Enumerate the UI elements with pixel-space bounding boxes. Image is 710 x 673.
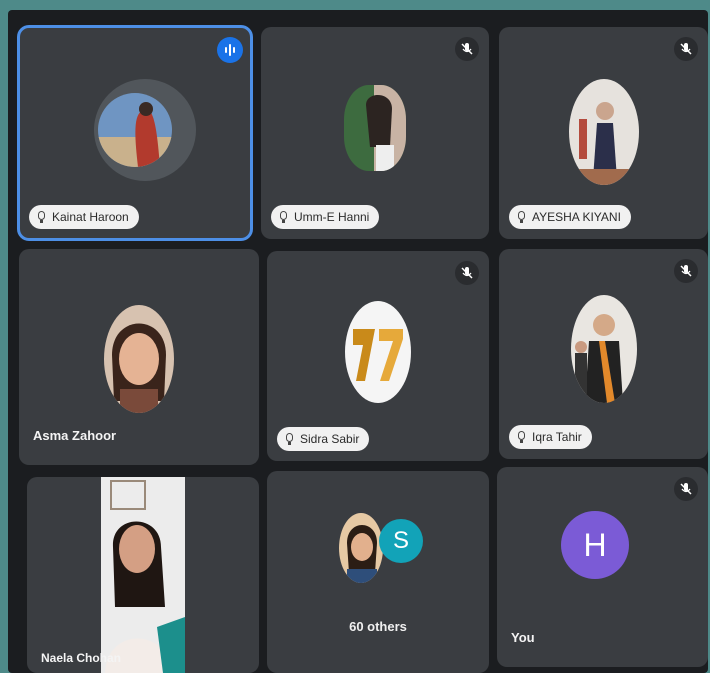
participant-tile[interactable]: Asma Zahoor: [19, 249, 259, 465]
audio-wave-icon: [225, 44, 235, 56]
name-tag: Umm-E Hanni: [271, 205, 380, 229]
mic-icon: [37, 211, 46, 223]
others-count: 60 others: [349, 619, 407, 634]
mute-indicator: [674, 477, 698, 501]
participant-name: Naela Chohan: [41, 651, 122, 665]
speaking-indicator: [217, 37, 243, 63]
name-tag: AYESHA KIYANI: [509, 205, 631, 229]
name-tag: Kainat Haroon: [29, 205, 139, 229]
mic-off-icon: [461, 43, 473, 55]
participant-tile[interactable]: Iqra Tahir: [499, 249, 708, 459]
self-tile[interactable]: H You: [497, 467, 708, 667]
mic-icon: [517, 431, 526, 443]
participant-tile[interactable]: Umm-E Hanni: [261, 27, 489, 239]
mic-off-icon: [680, 483, 692, 495]
participant-tile[interactable]: Kainat Haroon: [17, 25, 253, 241]
avatar: H: [561, 511, 629, 579]
participant-name: AYESHA KIYANI: [532, 210, 621, 224]
participant-name: Umm-E Hanni: [294, 210, 370, 224]
video-feed: [101, 477, 185, 673]
avatar: [339, 513, 383, 583]
self-label: You: [511, 630, 535, 645]
avatar: [568, 79, 639, 185]
participant-name: Iqra Tahir: [532, 430, 582, 444]
avatar: [345, 301, 411, 403]
avatar-letter: S: [392, 527, 409, 554]
mic-off-icon: [680, 43, 692, 55]
name-tag: Sidra Sabir: [277, 427, 370, 451]
mic-icon: [279, 211, 288, 223]
participant-tile[interactable]: AYESHA KIYANI: [499, 27, 708, 239]
avatar: [344, 85, 406, 171]
mic-off-icon: [680, 265, 692, 277]
avatar: S: [379, 519, 423, 563]
name-tag: Iqra Tahir: [509, 425, 592, 449]
avatar: [98, 93, 172, 167]
avatar: [570, 295, 637, 403]
others-tile[interactable]: S 60 others: [267, 471, 489, 673]
mute-indicator: [455, 37, 479, 61]
avatar: [104, 305, 174, 413]
participant-tile[interactable]: Naela Chohan: [27, 477, 259, 673]
mute-indicator: [674, 37, 698, 61]
avatar-letter: H: [583, 526, 607, 563]
mute-indicator: [674, 259, 698, 283]
participant-tile[interactable]: Sidra Sabir: [267, 251, 489, 461]
meeting-grid: Kainat Haroon Umm-E Hanni AYESHA KIYANI …: [8, 10, 708, 673]
participant-name: Asma Zahoor: [33, 428, 117, 443]
mic-icon: [517, 211, 526, 223]
participant-name: Sidra Sabir: [300, 432, 360, 446]
mic-icon: [285, 433, 294, 445]
mute-indicator: [455, 261, 479, 285]
participant-name: Kainat Haroon: [52, 210, 129, 224]
mic-off-icon: [461, 267, 473, 279]
